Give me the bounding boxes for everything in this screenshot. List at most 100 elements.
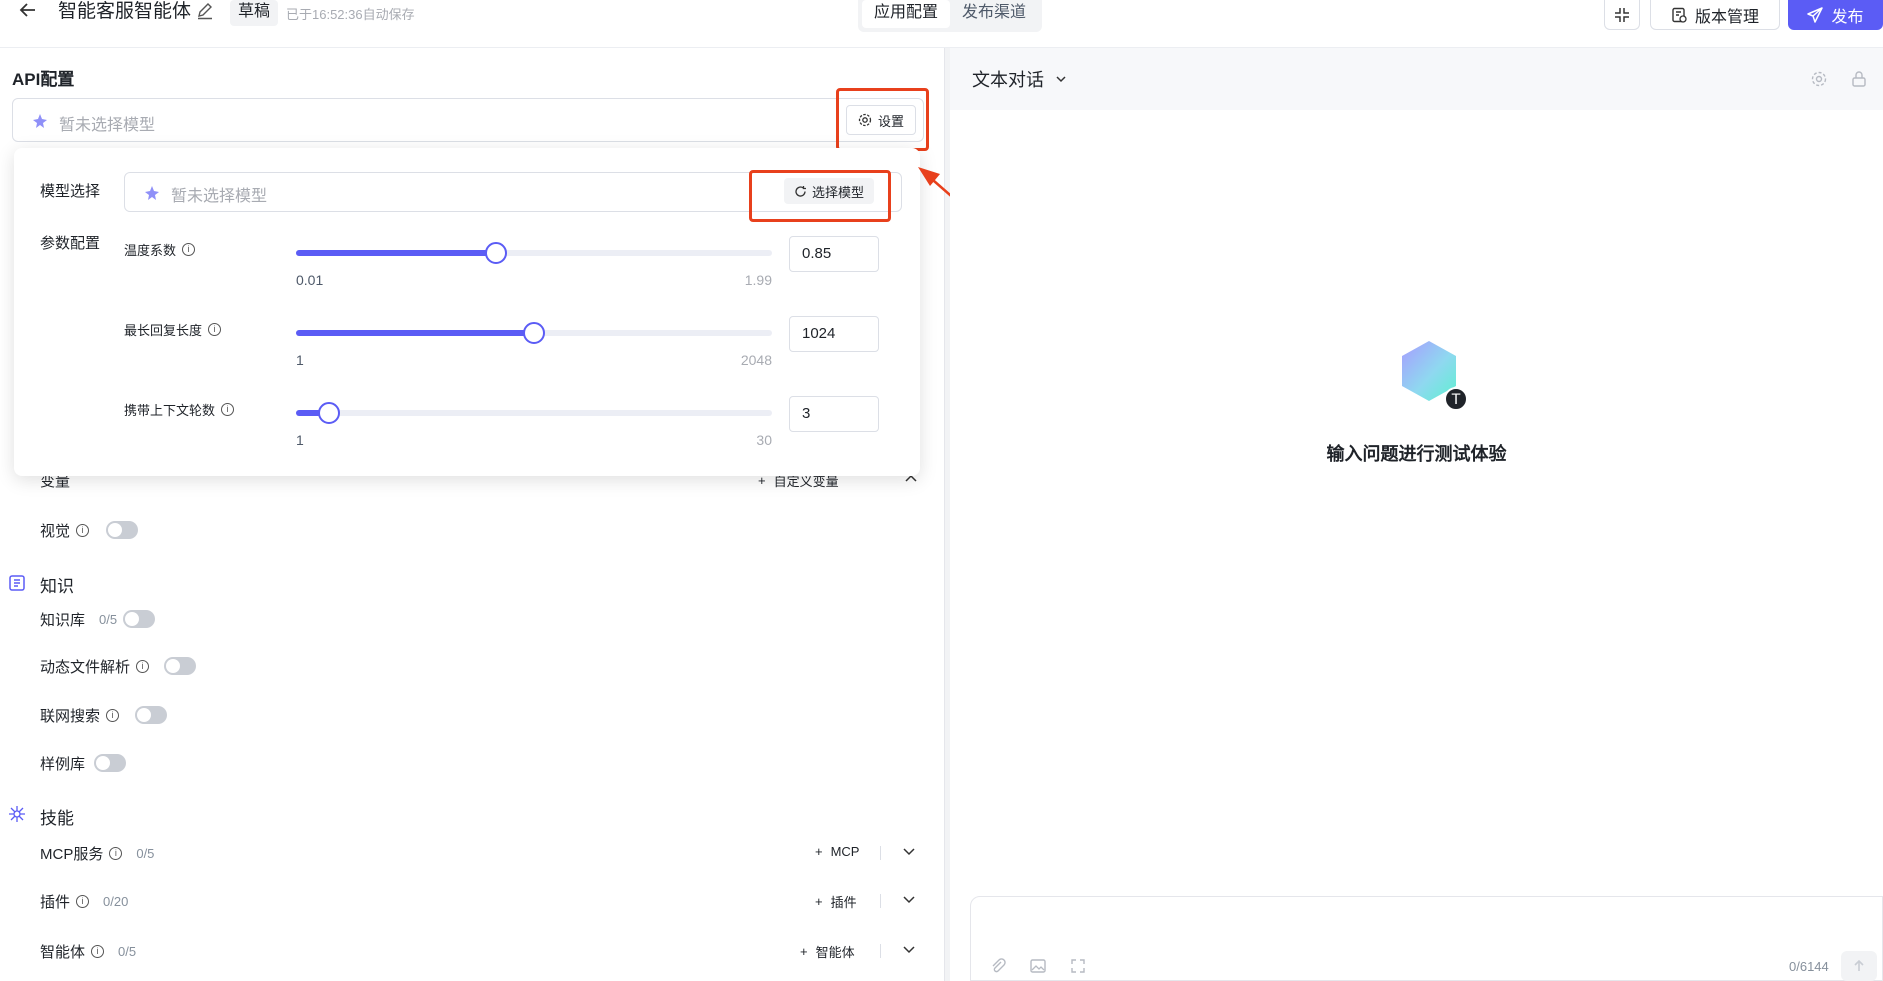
dynamic-file-toggle[interactable] xyxy=(164,657,196,675)
back-button[interactable] xyxy=(16,0,40,26)
model-icon xyxy=(145,186,159,200)
slider-fill xyxy=(296,330,534,336)
slider-handle[interactable] xyxy=(484,242,507,264)
slider-handle[interactable] xyxy=(318,402,341,424)
temperature-slider[interactable] xyxy=(296,242,772,264)
slider-max: 1.99 xyxy=(744,272,772,288)
info-icon: i xyxy=(182,243,196,256)
sample-library-label: 样例库 xyxy=(40,756,86,773)
model-settings-popover: 模型选择 暂未选择模型 选择模型 参数配置 温度系数 i 0.01 1.99 0.… xyxy=(14,148,920,476)
chevron-down-icon[interactable] xyxy=(900,890,918,908)
lock-icon[interactable] xyxy=(1850,70,1868,88)
param-label: 最长回复长度 i xyxy=(124,320,222,339)
chat-preview-panel: 文本对话 T 输入问题进行测试体验 0/6144 xyxy=(950,48,1883,981)
vision-label: 视觉 i xyxy=(40,520,90,541)
vision-toggle[interactable] xyxy=(106,521,138,539)
param-label: 温度系数 i xyxy=(124,240,196,259)
settings-label: 设置 xyxy=(877,113,904,129)
chevron-down-icon[interactable] xyxy=(900,842,918,860)
agent-label: 智能体 i 0/5 xyxy=(40,944,137,961)
info-icon: i xyxy=(109,847,123,860)
temperature-input[interactable]: 0.85 xyxy=(789,236,879,272)
chat-mode-dropdown[interactable]: 文本对话 xyxy=(972,66,1068,92)
plugin-label: 插件 i 0/20 xyxy=(40,894,129,911)
version-label: 版本管理 xyxy=(1694,8,1759,26)
status-badge: 草稿 xyxy=(230,0,279,26)
paperclip-icon[interactable] xyxy=(989,957,1007,975)
separator xyxy=(880,894,881,908)
chat-mode-label: 文本对话 xyxy=(972,70,1044,90)
input-tools xyxy=(989,957,1087,975)
send-button[interactable] xyxy=(1841,951,1877,981)
top-bar: 智能客服智能体 草稿 已于16:52:36自动保存 应用配置 发布渠道 版本管理… xyxy=(0,0,1883,48)
api-model-placeholder: 暂未选择模型 xyxy=(59,117,156,134)
api-model-input[interactable]: 暂未选择模型 xyxy=(12,98,924,142)
publish-button[interactable]: 发布 xyxy=(1788,0,1883,30)
collapse-button[interactable] xyxy=(1604,0,1640,30)
edit-icon[interactable] xyxy=(196,2,214,20)
add-agent-button[interactable]: + 智能体 xyxy=(800,942,855,961)
context-rounds-input[interactable]: 3 xyxy=(789,396,879,432)
param-label: 携带上下文轮数 i xyxy=(124,400,235,419)
refresh-icon xyxy=(795,185,806,197)
slider-min: 1 xyxy=(296,432,304,448)
info-icon: i xyxy=(76,895,90,908)
slider-max: 30 xyxy=(756,432,772,448)
info-icon: i xyxy=(208,323,222,336)
app-title: 智能客服智能体 xyxy=(58,1,192,22)
separator xyxy=(880,944,881,958)
slider-min: 0.01 xyxy=(296,272,324,288)
dynamic-file-label: 动态文件解析 i xyxy=(40,656,150,677)
mcp-label: MCP服务 i 0/5 xyxy=(40,846,155,863)
version-management-button[interactable]: 版本管理 xyxy=(1650,0,1780,30)
knowledge-base-toggle[interactable] xyxy=(123,610,155,628)
skills-icon xyxy=(9,806,25,822)
info-icon: i xyxy=(76,524,90,537)
tab-app-config[interactable]: 应用配置 xyxy=(862,0,951,28)
context-rounds-slider[interactable] xyxy=(296,402,772,424)
empty-state-text: 输入问题进行测试体验 xyxy=(1326,444,1507,464)
chevron-down-icon[interactable] xyxy=(900,940,918,958)
api-section-title: API配置 xyxy=(12,70,75,89)
slider-fill xyxy=(296,250,496,256)
expand-icon[interactable] xyxy=(1069,957,1087,975)
model-icon xyxy=(33,114,47,128)
info-icon: i xyxy=(136,660,150,673)
autosave-text: 已于16:52:36自动保存 xyxy=(286,7,415,22)
publish-label: 发布 xyxy=(1831,9,1864,26)
gear-icon xyxy=(858,113,872,127)
gear-icon[interactable] xyxy=(1810,70,1828,88)
image-icon[interactable] xyxy=(1029,957,1047,975)
sample-library-toggle[interactable] xyxy=(94,754,126,772)
max-length-slider[interactable] xyxy=(296,322,772,344)
params-config-label: 参数配置 xyxy=(40,235,101,252)
arrow-left-icon xyxy=(19,3,35,17)
info-icon: i xyxy=(91,945,105,958)
web-search-toggle[interactable] xyxy=(135,706,167,724)
slider-min: 1 xyxy=(296,352,304,368)
info-icon: i xyxy=(106,709,120,722)
tab-publish-channel[interactable]: 发布渠道 xyxy=(950,0,1038,28)
web-search-label: 联网搜索 i xyxy=(40,705,120,726)
add-mcp-button[interactable]: + MCP xyxy=(815,844,859,859)
chat-header: 文本对话 xyxy=(950,48,1883,110)
svg-text:T: T xyxy=(1451,392,1461,408)
skills-title: 技能 xyxy=(40,809,74,828)
separator xyxy=(880,846,881,860)
slider-max: 2048 xyxy=(740,352,772,368)
send-icon xyxy=(1807,7,1824,23)
settings-button[interactable]: 设置 xyxy=(846,105,916,135)
version-icon xyxy=(1672,7,1687,23)
choose-model-button[interactable]: 选择模型 xyxy=(784,178,874,204)
choose-model-label: 选择模型 xyxy=(811,184,864,200)
chat-input[interactable]: 0/6144 xyxy=(970,896,1883,981)
knowledge-icon xyxy=(9,575,25,591)
slider-handle[interactable] xyxy=(523,322,545,344)
assistant-logo-icon: T xyxy=(1402,341,1468,411)
add-plugin-button[interactable]: + 插件 xyxy=(815,892,857,911)
collapse-icon xyxy=(1615,7,1629,22)
arrow-up-icon xyxy=(1854,959,1864,971)
mode-tabs: 应用配置 发布渠道 xyxy=(858,0,1043,32)
char-count: 0/6144 xyxy=(1789,959,1829,974)
max-length-input[interactable]: 1024 xyxy=(789,316,879,352)
